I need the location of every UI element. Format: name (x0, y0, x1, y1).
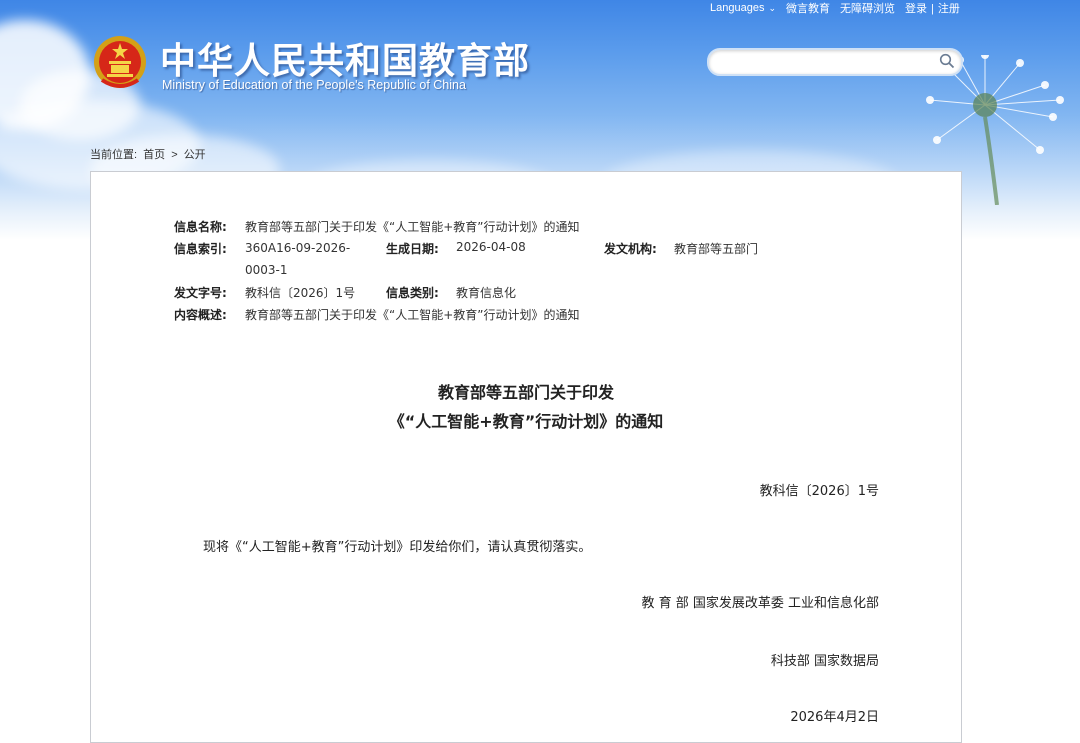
signatories-line1: 教 育 部 国家发展改革委 工业和信息化部 (641, 596, 879, 611)
meta-docno-label: 发文字号: (174, 286, 227, 300)
search-icon[interactable] (939, 53, 955, 69)
meta-summary-label: 内容概述: (174, 308, 227, 322)
top-nav: Languages ⌄ 微言教育 无障碍浏览 登录 | 注册 (700, 0, 960, 16)
site-subtitle: Ministry of Education of the People's Re… (162, 78, 466, 92)
register-link[interactable]: 注册 (938, 3, 960, 15)
meta-category-value: 教育信息化 (456, 286, 517, 300)
meta-issuer-label: 发文机构: (604, 242, 657, 256)
meta-issuer-value: 教育部等五部门 (674, 242, 759, 256)
login-register: 登录 | 注册 (905, 0, 960, 16)
document-body: 现将《“人工智能+教育”行动计划》印发给你们，请认真贯彻落实。 (203, 540, 592, 555)
breadcrumb-home[interactable]: 首页 (143, 149, 165, 161)
document-panel: 信息名称: 教育部等五部门关于印发《“人工智能+教育”行动计划》的通知 信息索引… (90, 171, 962, 743)
document-number: 教科信〔2026〕1号 (759, 484, 879, 499)
weibo-link[interactable]: 微言教育 (786, 0, 830, 16)
breadcrumb-prefix: 当前位置: (90, 149, 138, 161)
breadcrumb-current[interactable]: 公开 (184, 149, 206, 161)
meta-index-value: 360A16-09-2026-0003-1 (245, 241, 351, 277)
breadcrumb-separator: > (171, 149, 178, 161)
chevron-down-icon: ⌄ (768, 2, 776, 13)
meta-summary-value: 教育部等五部门关于印发《“人工智能+教育”行动计划》的通知 (245, 308, 580, 322)
meta-name-label: 信息名称: (174, 220, 227, 234)
meta-index-label: 信息索引: (174, 242, 227, 256)
meta-date-label: 生成日期: (386, 242, 439, 256)
search-box (707, 48, 963, 76)
accessibility-link[interactable]: 无障碍浏览 (840, 0, 895, 16)
signatories-line2: 科技部 国家数据局 (770, 654, 879, 669)
languages-menu[interactable]: Languages ⌄ (710, 2, 776, 14)
document-date: 2026年4月2日 (790, 710, 879, 725)
meta-docno-value: 教科信〔2026〕1号 (245, 286, 356, 300)
nav-separator: | (931, 3, 934, 15)
languages-label: Languages (710, 2, 765, 14)
document-title-line1: 教育部等五部门关于印发 (437, 383, 614, 402)
meta-name-value: 教育部等五部门关于印发《“人工智能+教育”行动计划》的通知 (245, 220, 580, 234)
document-title-line2: 《“人工智能+教育”行动计划》的通知 (388, 412, 664, 431)
national-emblem-icon (94, 36, 146, 88)
meta-date-value: 2026-04-08 (456, 240, 526, 254)
search-input[interactable] (719, 53, 923, 73)
site-title[interactable]: 中华人民共和国教育部 (160, 32, 530, 84)
breadcrumb: 当前位置: 首页 > 公开 (90, 146, 209, 162)
meta-category-label: 信息类别: (386, 286, 439, 300)
login-link[interactable]: 登录 (905, 3, 927, 15)
